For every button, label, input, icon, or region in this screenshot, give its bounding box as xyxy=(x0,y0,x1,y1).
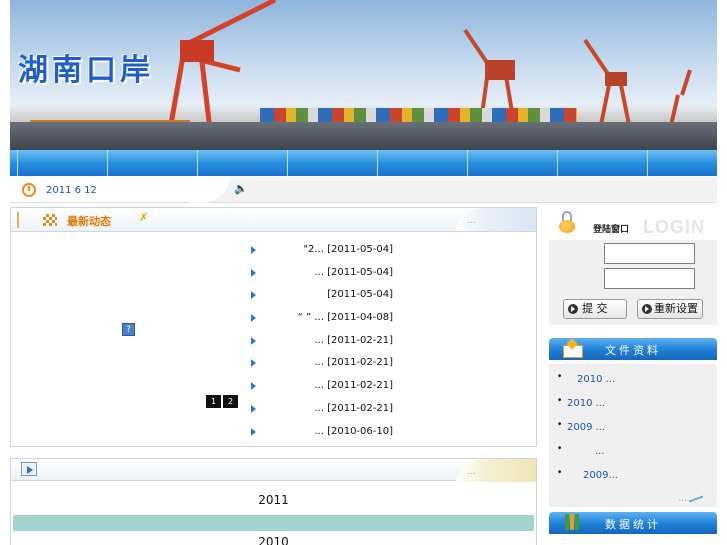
file-link[interactable]: 2010 ... xyxy=(577,374,615,385)
bullet-arrow-icon xyxy=(251,246,256,254)
archive-panel: ... 2011 2010 xyxy=(10,458,537,545)
files-section-title: 文件资料 xyxy=(605,344,661,357)
news-panel-title: 最新动态 xyxy=(67,215,111,228)
bullet-arrow-icon xyxy=(251,268,256,277)
news-more-link[interactable]: ... xyxy=(467,216,476,226)
bullet-arrow-icon xyxy=(251,314,256,323)
help-icon[interactable]: ? xyxy=(122,323,135,336)
nav-item[interactable] xyxy=(18,150,108,176)
reset-button-label: 重新设置 xyxy=(654,302,698,315)
site-logo: 湖南口岸 xyxy=(18,53,154,88)
play-circle-icon xyxy=(642,304,652,314)
year-heading-2011[interactable]: 2011 xyxy=(11,493,536,507)
file-link[interactable]: 2009 ... xyxy=(567,422,605,433)
header-banner: 湖南口岸 xyxy=(10,0,717,150)
news-list: "2... [2011-05-04] ... [2011-05-04] [201… xyxy=(11,240,536,444)
chart-icon xyxy=(565,514,579,530)
bullet-icon: • xyxy=(557,468,563,478)
bullet-icon: • xyxy=(557,372,563,382)
bullet-icon: • xyxy=(557,396,563,406)
login-header: 登陆窗口 LOGIN xyxy=(547,207,717,239)
clock-icon xyxy=(22,183,36,197)
document-arrow-icon xyxy=(21,462,37,476)
current-date: 2011 6 12 xyxy=(46,185,97,196)
list-item[interactable]: ... [2011-02-21] xyxy=(11,376,536,399)
speaker-icon: 🔈 xyxy=(234,182,248,195)
lock-icon xyxy=(559,211,575,233)
files-section-header: 文件资料 xyxy=(549,338,717,360)
submit-button[interactable]: 提 交 xyxy=(563,299,627,319)
nav-item[interactable] xyxy=(198,150,288,176)
sparkle-icon: ✗ xyxy=(139,211,149,224)
archive-panel-header: ... xyxy=(11,459,536,482)
news-link[interactable]: ... [2011-02-21] xyxy=(273,380,393,391)
nav-item[interactable] xyxy=(10,150,18,176)
nav-item[interactable] xyxy=(558,150,648,176)
list-item[interactable]: ... [2010-06-10] xyxy=(11,422,536,445)
folder-icon xyxy=(563,340,583,358)
list-item[interactable]: “ ” ... [2011-04-08] xyxy=(11,308,536,331)
news-panel-header: 最新动态 ✗ ... xyxy=(11,208,536,232)
list-item[interactable]: ... [2011-02-21] xyxy=(11,399,536,422)
stats-section-title: 数据统计 xyxy=(605,518,661,531)
bullet-arrow-icon xyxy=(251,404,256,413)
bullet-arrow-icon xyxy=(251,359,256,368)
page: 湖南口岸 2011 6 12 🔈 最新动态 ✗ ... "2... [2011-… xyxy=(0,0,727,545)
login-title: 登陆窗口 xyxy=(593,225,630,235)
news-link[interactable]: ... [2011-02-21] xyxy=(273,357,393,368)
pagination: 1 2 xyxy=(206,395,238,408)
page-button-1[interactable]: 1 xyxy=(206,395,221,408)
bullet-arrow-icon xyxy=(251,382,256,391)
nav-item[interactable] xyxy=(108,150,198,176)
news-link[interactable]: "2... [2011-05-04] xyxy=(273,244,393,255)
news-link[interactable]: ... [2011-02-21] xyxy=(273,403,393,414)
header-accent-bar xyxy=(17,212,19,228)
login-title-en: LOGIN xyxy=(643,217,705,237)
year-heading-2010[interactable]: 2010 xyxy=(11,535,536,545)
date-bar-left xyxy=(10,177,210,203)
list-item[interactable]: "2... [2011-05-04] xyxy=(11,240,536,263)
news-link[interactable]: [2011-05-04] xyxy=(273,289,393,300)
nav-item[interactable] xyxy=(468,150,558,176)
water-decoration xyxy=(10,122,717,150)
list-item[interactable]: [2011-05-04] xyxy=(11,285,536,308)
play-circle-icon xyxy=(568,304,578,314)
archive-more-link[interactable]: ... xyxy=(467,467,476,477)
files-list: • 2010 ... • 2010 ... • 2009 ... •... • 2009… xyxy=(549,364,717,507)
bullet-arrow-icon xyxy=(251,427,256,436)
news-link[interactable]: ... [2011-05-04] xyxy=(273,267,393,278)
bullet-icon: • xyxy=(557,444,563,454)
file-link[interactable]: 2010 ... xyxy=(567,398,605,409)
stats-section-header: 数据统计 xyxy=(549,512,717,534)
date-bar: 2011 6 12 🔈 xyxy=(10,177,717,203)
page-button-2[interactable]: 2 xyxy=(223,395,238,408)
list-item[interactable]: ... [2011-02-21] xyxy=(11,353,536,376)
checker-icon xyxy=(43,214,57,226)
file-link[interactable]: 2009... xyxy=(583,470,618,481)
username-input[interactable] xyxy=(604,243,695,264)
file-link[interactable]: ... xyxy=(595,446,605,457)
reset-button[interactable]: 重新设置 xyxy=(637,299,703,319)
bullet-icon: • xyxy=(557,420,563,430)
news-link[interactable]: “ ” ... [2011-04-08] xyxy=(273,312,393,323)
bullet-arrow-icon xyxy=(251,336,256,345)
right-sidebar: 登陆窗口 LOGIN 提 交 重新设置 文件资料 • 2010 ... • 2010… xyxy=(547,207,717,545)
nav-item[interactable] xyxy=(288,150,378,176)
bullet-arrow-icon xyxy=(251,291,256,300)
password-input[interactable] xyxy=(604,268,695,289)
list-item[interactable]: ... [2011-02-21] xyxy=(11,331,536,354)
list-item[interactable]: ... [2011-05-04] xyxy=(11,263,536,286)
date-bar-curve xyxy=(190,177,230,203)
submit-button-label: 提 交 xyxy=(582,302,608,315)
news-link[interactable]: ... [2010-06-10] xyxy=(273,426,393,437)
login-form: 提 交 重新设置 xyxy=(549,240,717,325)
year-highlight-bar xyxy=(13,515,534,531)
nav-item[interactable] xyxy=(378,150,468,176)
latest-news-panel: 最新动态 ✗ ... "2... [2011-05-04] ... [2011-… xyxy=(10,207,537,447)
files-more-link[interactable]: ... xyxy=(678,494,703,504)
main-nav-bar xyxy=(10,150,717,176)
news-link[interactable]: ... [2011-02-21] xyxy=(273,335,393,346)
